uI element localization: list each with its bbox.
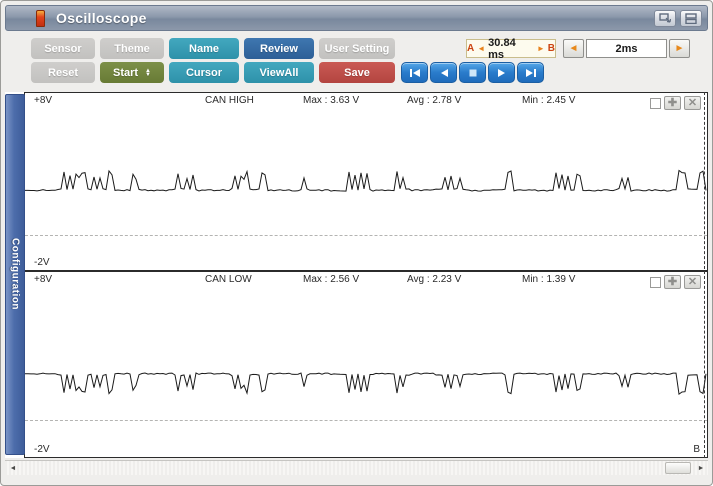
- step-back-button[interactable]: [430, 62, 457, 83]
- channel-panes: +8V CAN HIGH Max : 3.63 V Avg : 2.78 V M…: [24, 92, 708, 458]
- title-bar[interactable]: Oscilloscope: [5, 5, 708, 31]
- configuration-tab-label: Configuration: [9, 238, 21, 311]
- stop-icon: [469, 69, 476, 76]
- cursor-b-label: B: [547, 43, 555, 54]
- theme-button[interactable]: Theme: [100, 38, 164, 59]
- tile-windows-button[interactable]: [680, 9, 702, 27]
- channel-pane-can-high: +8V CAN HIGH Max : 3.63 V Avg : 2.78 V M…: [24, 92, 708, 271]
- user-setting-button[interactable]: User Setting: [319, 38, 395, 59]
- ab-range-value: 30.84 ms: [488, 36, 516, 61]
- channel-visible-checkbox[interactable]: [650, 276, 661, 288]
- waveform-svg: [25, 372, 707, 395]
- cascade-windows-icon: [659, 13, 671, 23]
- y-max-label: +8V: [34, 95, 53, 106]
- stat-min: Min : 2.45 V: [522, 95, 576, 106]
- play-button[interactable]: [488, 62, 515, 83]
- cursor-b-marker-label: B: [693, 444, 700, 455]
- y-min-label: -2V: [34, 444, 50, 455]
- stat-avg: Avg : 2.78 V: [407, 95, 462, 106]
- save-button[interactable]: Save: [319, 62, 395, 83]
- playback-controls: [401, 62, 544, 83]
- skip-to-end-button[interactable]: [517, 62, 544, 83]
- step-back-icon: [440, 68, 448, 77]
- window-title: Oscilloscope: [56, 10, 147, 26]
- oscilloscope-window: Oscilloscope Sensor Theme Name Review Us…: [0, 0, 713, 486]
- scroll-left-arrow[interactable]: ◄: [7, 463, 19, 474]
- start-button-label: Start: [112, 66, 139, 79]
- cursor-b-arrow-icon: ►: [536, 44, 545, 53]
- skip-to-end-icon: [525, 68, 536, 77]
- stat-min: Min : 1.39 V: [522, 274, 576, 285]
- plot-region: Configuration +8V CAN HIGH Max : 3.63 V …: [5, 92, 708, 458]
- tile-windows-icon: [685, 12, 697, 24]
- cursor-a-arrow-icon: ◄: [477, 44, 486, 53]
- waveform-svg: [25, 169, 707, 192]
- y-max-label: +8V: [34, 274, 53, 285]
- close-channel-button[interactable]: ✕: [684, 275, 701, 289]
- stat-max: Max : 3.63 V: [303, 95, 360, 106]
- reset-button[interactable]: Reset: [31, 62, 95, 83]
- zoom-in-channel-button[interactable]: ✚: [664, 275, 681, 289]
- name-button[interactable]: Name: [169, 38, 239, 59]
- timebase-decrease-button[interactable]: ◄: [563, 39, 584, 58]
- cursor-button[interactable]: Cursor: [169, 62, 239, 83]
- zoom-in-channel-button[interactable]: ✚: [664, 96, 681, 110]
- configuration-tab[interactable]: Configuration: [5, 94, 25, 455]
- channel-name: CAN HIGH: [205, 95, 254, 106]
- cursor-a-label: A: [467, 43, 475, 54]
- close-channel-button[interactable]: ✕: [684, 96, 701, 110]
- start-spinner-icon: ▲ ▼: [145, 67, 151, 78]
- app-icon: [36, 9, 45, 27]
- cursor-b-line[interactable]: [704, 92, 705, 458]
- channel-visible-checkbox[interactable]: [650, 97, 661, 109]
- cascade-windows-button[interactable]: [654, 9, 676, 27]
- ab-cursor-range-display[interactable]: A ◄ 30.84 ms ► B: [466, 36, 556, 61]
- stat-max: Max : 2.56 V: [303, 274, 360, 285]
- y-min-label: -2V: [34, 257, 50, 268]
- channel-header: +8V CAN LOW Max : 2.56 V Avg : 2.23 V Mi…: [25, 274, 707, 290]
- horizontal-scrollbar[interactable]: ◄ ►: [5, 460, 708, 475]
- sensor-button[interactable]: Sensor: [31, 38, 95, 59]
- stop-button[interactable]: [459, 62, 486, 83]
- stat-avg: Avg : 2.23 V: [407, 274, 462, 285]
- viewall-button[interactable]: ViewAll: [244, 62, 314, 83]
- timebase-value-display: 2ms: [586, 39, 667, 58]
- review-button[interactable]: Review: [244, 38, 314, 59]
- channel-name: CAN LOW: [205, 274, 252, 285]
- play-icon: [497, 68, 505, 77]
- toolbar: Sensor Theme Name Review User Setting Re…: [5, 34, 708, 90]
- scrollbar-thumb[interactable]: [665, 462, 691, 474]
- timebase-increase-button[interactable]: ►: [669, 39, 690, 58]
- channel-pane-can-low: +8V CAN LOW Max : 2.56 V Avg : 2.23 V Mi…: [24, 271, 708, 458]
- skip-to-start-icon: [409, 68, 420, 77]
- skip-to-start-button[interactable]: [401, 62, 428, 83]
- start-button[interactable]: Start ▲ ▼: [100, 62, 164, 83]
- channel-header: +8V CAN HIGH Max : 3.63 V Avg : 2.78 V M…: [25, 95, 707, 111]
- scroll-right-arrow[interactable]: ►: [695, 463, 707, 474]
